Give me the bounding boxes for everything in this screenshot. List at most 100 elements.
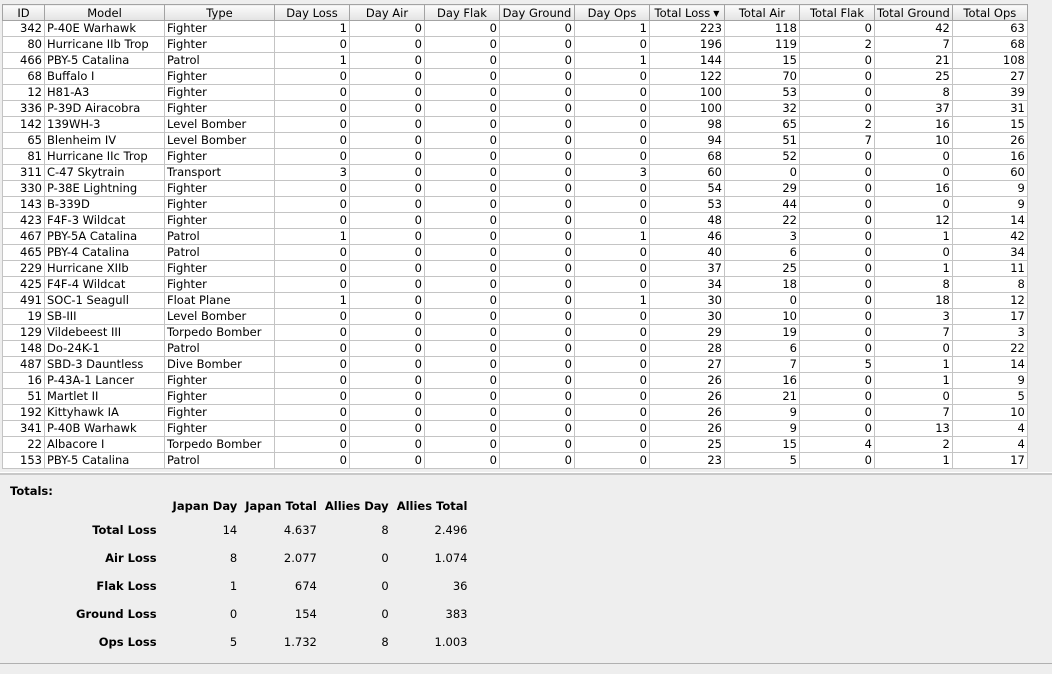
cell-total-ground[interactable]: 42 <box>874 20 953 37</box>
cell-total-ground[interactable]: 13 <box>874 420 953 437</box>
cell-model[interactable]: P-38E Lightning <box>44 180 165 197</box>
cell-day-ground[interactable]: 0 <box>499 292 575 309</box>
cell-model[interactable]: SB-III <box>44 308 165 325</box>
cell-type[interactable]: Fighter <box>164 372 275 389</box>
cell-day-loss[interactable]: 0 <box>274 356 350 373</box>
cell-id[interactable]: 22 <box>2 436 45 453</box>
cell-day-loss[interactable]: 0 <box>274 84 350 101</box>
cell-total-ops[interactable]: 12 <box>951 292 1028 309</box>
table-row[interactable]: 80 Hurricane IIb Trop Fighter 0 0 0 0 0 196 119 2 7… <box>2 36 1028 53</box>
cell-total-ground[interactable]: 1 <box>874 452 953 469</box>
cell-total-ground[interactable]: 7 <box>874 404 953 421</box>
cell-total-ops[interactable]: 15 <box>951 116 1028 133</box>
cell-total-flak[interactable]: 0 <box>799 20 875 37</box>
cell-day-ops[interactable]: 0 <box>574 436 650 453</box>
cell-total-ops[interactable]: 8 <box>951 276 1028 293</box>
cell-day-air[interactable]: 0 <box>349 340 425 357</box>
cell-day-flak[interactable]: 0 <box>424 84 500 101</box>
column-header-total-ops[interactable]: Total Ops <box>951 4 1028 21</box>
cell-day-ops[interactable]: 1 <box>574 52 650 69</box>
cell-id[interactable]: 229 <box>2 260 45 277</box>
cell-day-ops[interactable]: 0 <box>574 308 650 325</box>
cell-day-air[interactable]: 0 <box>349 132 425 149</box>
cell-model[interactable]: SBD-3 Dauntless <box>44 356 165 373</box>
cell-day-loss[interactable]: 0 <box>274 148 350 165</box>
cell-total-air[interactable]: 18 <box>724 276 800 293</box>
cell-day-air[interactable]: 0 <box>349 244 425 261</box>
cell-type[interactable]: Fighter <box>164 68 275 85</box>
cell-day-ground[interactable]: 0 <box>499 308 575 325</box>
cell-total-flak[interactable]: 0 <box>799 308 875 325</box>
cell-total-ops[interactable]: 3 <box>951 324 1028 341</box>
cell-total-air[interactable]: 65 <box>724 116 800 133</box>
cell-type[interactable]: Fighter <box>164 84 275 101</box>
cell-type[interactable]: Patrol <box>164 52 275 69</box>
cell-model[interactable]: PBY-5 Catalina <box>44 452 165 469</box>
cell-day-air[interactable]: 0 <box>349 36 425 53</box>
cell-total-ops[interactable]: 9 <box>951 196 1028 213</box>
cell-day-air[interactable]: 0 <box>349 196 425 213</box>
cell-day-ops[interactable]: 0 <box>574 324 650 341</box>
cell-day-flak[interactable]: 0 <box>424 116 500 133</box>
table-row[interactable]: 487 SBD-3 Dauntless Dive Bomber 0 0 0 0 0 27 7 5 1 1… <box>2 356 1028 373</box>
cell-day-air[interactable]: 0 <box>349 68 425 85</box>
cell-total-ops[interactable]: 42 <box>951 228 1028 245</box>
cell-total-ground[interactable]: 16 <box>874 116 953 133</box>
cell-total-air[interactable]: 9 <box>724 404 800 421</box>
cell-total-loss[interactable]: 100 <box>649 84 725 101</box>
cell-day-ground[interactable]: 0 <box>499 404 575 421</box>
cell-day-ops[interactable]: 1 <box>574 228 650 245</box>
cell-total-ground[interactable]: 37 <box>874 100 953 117</box>
cell-model[interactable]: P-40B Warhawk <box>44 420 165 437</box>
cell-day-loss[interactable]: 0 <box>274 324 350 341</box>
cell-day-ground[interactable]: 0 <box>499 116 575 133</box>
cell-total-loss[interactable]: 27 <box>649 356 725 373</box>
cell-total-loss[interactable]: 48 <box>649 212 725 229</box>
cell-total-ops[interactable]: 16 <box>951 148 1028 165</box>
cell-model[interactable]: SOC-1 Seagull <box>44 292 165 309</box>
cell-day-flak[interactable]: 0 <box>424 340 500 357</box>
cell-day-flak[interactable]: 0 <box>424 36 500 53</box>
cell-day-air[interactable]: 0 <box>349 276 425 293</box>
column-header-total-loss[interactable]: Total Loss ▼ <box>649 4 725 21</box>
cell-model[interactable]: P-43A-1 Lancer <box>44 372 165 389</box>
cell-id[interactable]: 336 <box>2 100 45 117</box>
cell-total-ops[interactable]: 9 <box>951 372 1028 389</box>
table-row[interactable]: 465 PBY-4 Catalina Patrol 0 0 0 0 0 40 6 0 0 34 <box>2 244 1028 261</box>
cell-day-flak[interactable]: 0 <box>424 436 500 453</box>
cell-total-air[interactable]: 119 <box>724 36 800 53</box>
cell-model[interactable]: Buffalo I <box>44 68 165 85</box>
cell-total-air[interactable]: 52 <box>724 148 800 165</box>
cell-id[interactable]: 12 <box>2 84 45 101</box>
cell-total-air[interactable]: 10 <box>724 308 800 325</box>
cell-total-air[interactable]: 22 <box>724 212 800 229</box>
cell-day-ops[interactable]: 0 <box>574 116 650 133</box>
cell-id[interactable]: 81 <box>2 148 45 165</box>
cell-total-flak[interactable]: 0 <box>799 180 875 197</box>
cell-total-flak[interactable]: 2 <box>799 116 875 133</box>
cell-day-flak[interactable]: 0 <box>424 276 500 293</box>
cell-model[interactable]: PBY-4 Catalina <box>44 244 165 261</box>
cell-total-air[interactable]: 21 <box>724 388 800 405</box>
table-row[interactable]: 491 SOC-1 Seagull Float Plane 1 0 0 0 1 30 0 0 18 12 <box>2 292 1028 309</box>
cell-type[interactable]: Patrol <box>164 244 275 261</box>
cell-day-ground[interactable]: 0 <box>499 164 575 181</box>
cell-model[interactable]: H81-A3 <box>44 84 165 101</box>
cell-day-ops[interactable]: 0 <box>574 196 650 213</box>
cell-model[interactable]: PBY-5 Catalina <box>44 52 165 69</box>
cell-model[interactable]: Blenheim IV <box>44 132 165 149</box>
cell-total-flak[interactable]: 7 <box>799 132 875 149</box>
cell-model[interactable]: PBY-5A Catalina <box>44 228 165 245</box>
cell-day-loss[interactable]: 0 <box>274 276 350 293</box>
cell-model[interactable]: Hurricane IIb Trop <box>44 36 165 53</box>
cell-total-loss[interactable]: 46 <box>649 228 725 245</box>
cell-total-ground[interactable]: 0 <box>874 340 953 357</box>
cell-total-flak[interactable]: 0 <box>799 68 875 85</box>
column-header-day-ground[interactable]: Day Ground <box>499 4 575 21</box>
table-row[interactable]: 311 C-47 Skytrain Transport 3 0 0 0 3 60 0 0 0 60 <box>2 164 1028 181</box>
cell-total-ops[interactable]: 4 <box>951 420 1028 437</box>
cell-total-ground[interactable]: 16 <box>874 180 953 197</box>
cell-total-flak[interactable]: 0 <box>799 196 875 213</box>
column-header-day-flak[interactable]: Day Flak <box>424 4 500 21</box>
cell-total-ground[interactable]: 0 <box>874 388 953 405</box>
